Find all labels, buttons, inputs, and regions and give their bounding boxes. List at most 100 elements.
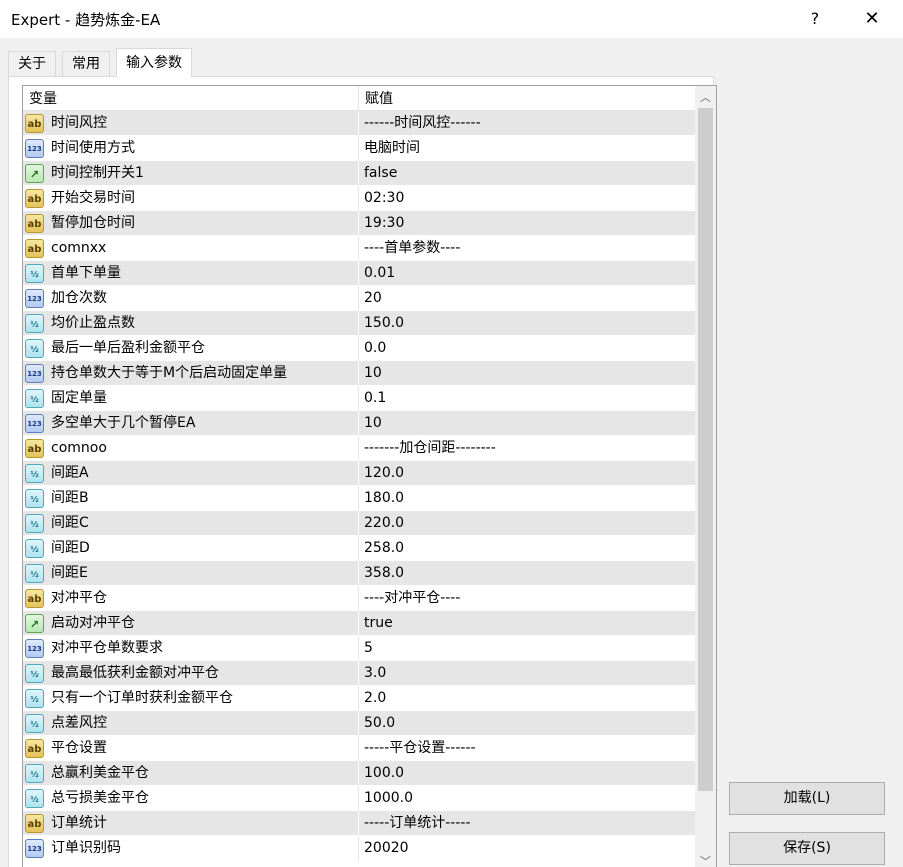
value-cell[interactable]: 1000.0	[359, 786, 695, 811]
value-cell[interactable]: 220.0	[359, 511, 695, 536]
variable-cell[interactable]: ↗ 时间控制开关1	[23, 161, 359, 186]
variable-cell[interactable]: ½ 间距A	[23, 461, 359, 486]
value-cell[interactable]: ----对冲平仓----	[359, 586, 695, 611]
table-row[interactable]: ½ 总亏损美金平仓 1000.0	[23, 786, 695, 811]
variable-cell[interactable]: ab 时间风控	[23, 111, 359, 136]
variable-cell[interactable]: ½ 最后一单后盈利金额平仓	[23, 336, 359, 361]
variable-cell[interactable]: ½ 总赢利美金平仓	[23, 761, 359, 786]
value-cell[interactable]: -----订单统计-----	[359, 811, 695, 836]
value-cell[interactable]: -------加仓间距--------	[359, 436, 695, 461]
variable-cell[interactable]: ½ 间距C	[23, 511, 359, 536]
vertical-scrollbar[interactable]: ︿ ﹀	[695, 86, 716, 867]
value-cell[interactable]: 0.01	[359, 261, 695, 286]
table-row[interactable]: 123 订单识别码 20020	[23, 836, 695, 861]
value-cell[interactable]: 358.0	[359, 561, 695, 586]
variable-cell[interactable]: 123 加仓次数	[23, 286, 359, 311]
save-button[interactable]: 保存(S)	[729, 832, 885, 865]
value-cell[interactable]: 0.0	[359, 336, 695, 361]
value-cell[interactable]: 电脑时间	[359, 136, 695, 161]
value-cell[interactable]: 3.0	[359, 661, 695, 686]
value-cell[interactable]: 100.0	[359, 761, 695, 786]
value-cell[interactable]: 20020	[359, 836, 695, 861]
table-row[interactable]: ab 订单统计 -----订单统计-----	[23, 811, 695, 836]
variable-cell[interactable]: 123 时间使用方式	[23, 136, 359, 161]
variable-cell[interactable]: ½ 首单下单量	[23, 261, 359, 286]
tab-common[interactable]: 常用	[62, 51, 110, 76]
table-row[interactable]: ½ 间距A 120.0	[23, 461, 695, 486]
value-cell[interactable]: ----首单参数----	[359, 236, 695, 261]
value-cell[interactable]: 150.0	[359, 311, 695, 336]
scroll-down-icon[interactable]: ﹀	[695, 852, 716, 867]
table-row[interactable]: ab 对冲平仓 ----对冲平仓----	[23, 586, 695, 611]
table-row[interactable]: ½ 间距E 358.0	[23, 561, 695, 586]
value-cell[interactable]: 5	[359, 636, 695, 661]
table-row[interactable]: ab comnxx ----首单参数----	[23, 236, 695, 261]
variable-cell[interactable]: ab comnoo	[23, 436, 359, 461]
table-row[interactable]: ½ 固定单量 0.1	[23, 386, 695, 411]
variable-cell[interactable]: ½ 固定单量	[23, 386, 359, 411]
tab-inputs[interactable]: 输入参数	[116, 48, 192, 77]
table-row[interactable]: ½ 间距D 258.0	[23, 536, 695, 561]
table-row[interactable]: ½ 最高最低获利金额对冲平仓 3.0	[23, 661, 695, 686]
table-row[interactable]: ½ 首单下单量 0.01	[23, 261, 695, 286]
variable-cell[interactable]: ab 开始交易时间	[23, 186, 359, 211]
variable-cell[interactable]: ½ 总亏损美金平仓	[23, 786, 359, 811]
value-cell[interactable]: 258.0	[359, 536, 695, 561]
value-cell[interactable]: 180.0	[359, 486, 695, 511]
value-cell[interactable]: 2.0	[359, 686, 695, 711]
variable-cell[interactable]: ab 对冲平仓	[23, 586, 359, 611]
table-row[interactable]: ab 开始交易时间 02:30	[23, 186, 695, 211]
column-header-variable[interactable]: 变量	[23, 86, 359, 111]
value-cell[interactable]: -----平仓设置------	[359, 736, 695, 761]
variable-cell[interactable]: 123 持仓单数大于等于M个后启动固定单量	[23, 361, 359, 386]
table-row[interactable]: ab 暂停加仓时间 19:30	[23, 211, 695, 236]
variable-cell[interactable]: ab 订单统计	[23, 811, 359, 836]
value-cell[interactable]: 10	[359, 361, 695, 386]
table-row[interactable]: ½ 间距C 220.0	[23, 511, 695, 536]
table-row[interactable]: 123 多空单大于几个暂停EA 10	[23, 411, 695, 436]
variable-cell[interactable]: ½ 间距E	[23, 561, 359, 586]
table-row[interactable]: ½ 只有一个订单时获利金额平仓 2.0	[23, 686, 695, 711]
value-cell[interactable]: 50.0	[359, 711, 695, 736]
table-row[interactable]: ½ 间距B 180.0	[23, 486, 695, 511]
scroll-up-icon[interactable]: ︿	[695, 88, 716, 108]
table-row[interactable]: ab 时间风控 ------时间风控------	[23, 111, 695, 136]
value-cell[interactable]: 20	[359, 286, 695, 311]
variable-cell[interactable]: ab 平仓设置	[23, 736, 359, 761]
variable-cell[interactable]: ½ 均价止盈点数	[23, 311, 359, 336]
load-button[interactable]: 加载(L)	[729, 782, 885, 815]
value-cell[interactable]: 0.1	[359, 386, 695, 411]
value-cell[interactable]: 02:30	[359, 186, 695, 211]
table-row[interactable]: ab comnoo -------加仓间距--------	[23, 436, 695, 461]
table-row[interactable]: ½ 点差风控 50.0	[23, 711, 695, 736]
table-row[interactable]: ab 平仓设置 -----平仓设置------	[23, 736, 695, 761]
variable-cell[interactable]: ab comnxx	[23, 236, 359, 261]
variable-cell[interactable]: 123 多空单大于几个暂停EA	[23, 411, 359, 436]
table-row[interactable]: ½ 均价止盈点数 150.0	[23, 311, 695, 336]
variable-cell[interactable]: ½ 间距D	[23, 536, 359, 561]
variable-cell[interactable]: 123 对冲平仓单数要求	[23, 636, 359, 661]
value-cell[interactable]: 10	[359, 411, 695, 436]
table-row[interactable]: 123 加仓次数 20	[23, 286, 695, 311]
table-row[interactable]: ½ 最后一单后盈利金额平仓 0.0	[23, 336, 695, 361]
variable-cell[interactable]: ½ 点差风控	[23, 711, 359, 736]
table-row[interactable]: ↗ 时间控制开关1 false	[23, 161, 695, 186]
value-cell[interactable]: 19:30	[359, 211, 695, 236]
scrollbar-thumb[interactable]	[698, 108, 713, 791]
variable-cell[interactable]: ½ 间距B	[23, 486, 359, 511]
value-cell[interactable]: 120.0	[359, 461, 695, 486]
variable-cell[interactable]: ab 暂停加仓时间	[23, 211, 359, 236]
table-row[interactable]: 123 对冲平仓单数要求 5	[23, 636, 695, 661]
variable-cell[interactable]: ½ 最高最低获利金额对冲平仓	[23, 661, 359, 686]
table-row[interactable]: 123 时间使用方式 电脑时间	[23, 136, 695, 161]
close-button[interactable]: ✕	[849, 4, 895, 34]
help-button[interactable]: ?	[792, 4, 838, 34]
variable-cell[interactable]: ↗ 启动对冲平仓	[23, 611, 359, 636]
value-cell[interactable]: ------时间风控------	[359, 111, 695, 136]
variable-cell[interactable]: 123 订单识别码	[23, 836, 359, 861]
value-cell[interactable]: true	[359, 611, 695, 636]
variable-cell[interactable]: ½ 只有一个订单时获利金额平仓	[23, 686, 359, 711]
table-row[interactable]: ↗ 启动对冲平仓 true	[23, 611, 695, 636]
tab-about[interactable]: 关于	[8, 51, 56, 76]
column-header-value[interactable]: 赋值	[359, 86, 695, 111]
